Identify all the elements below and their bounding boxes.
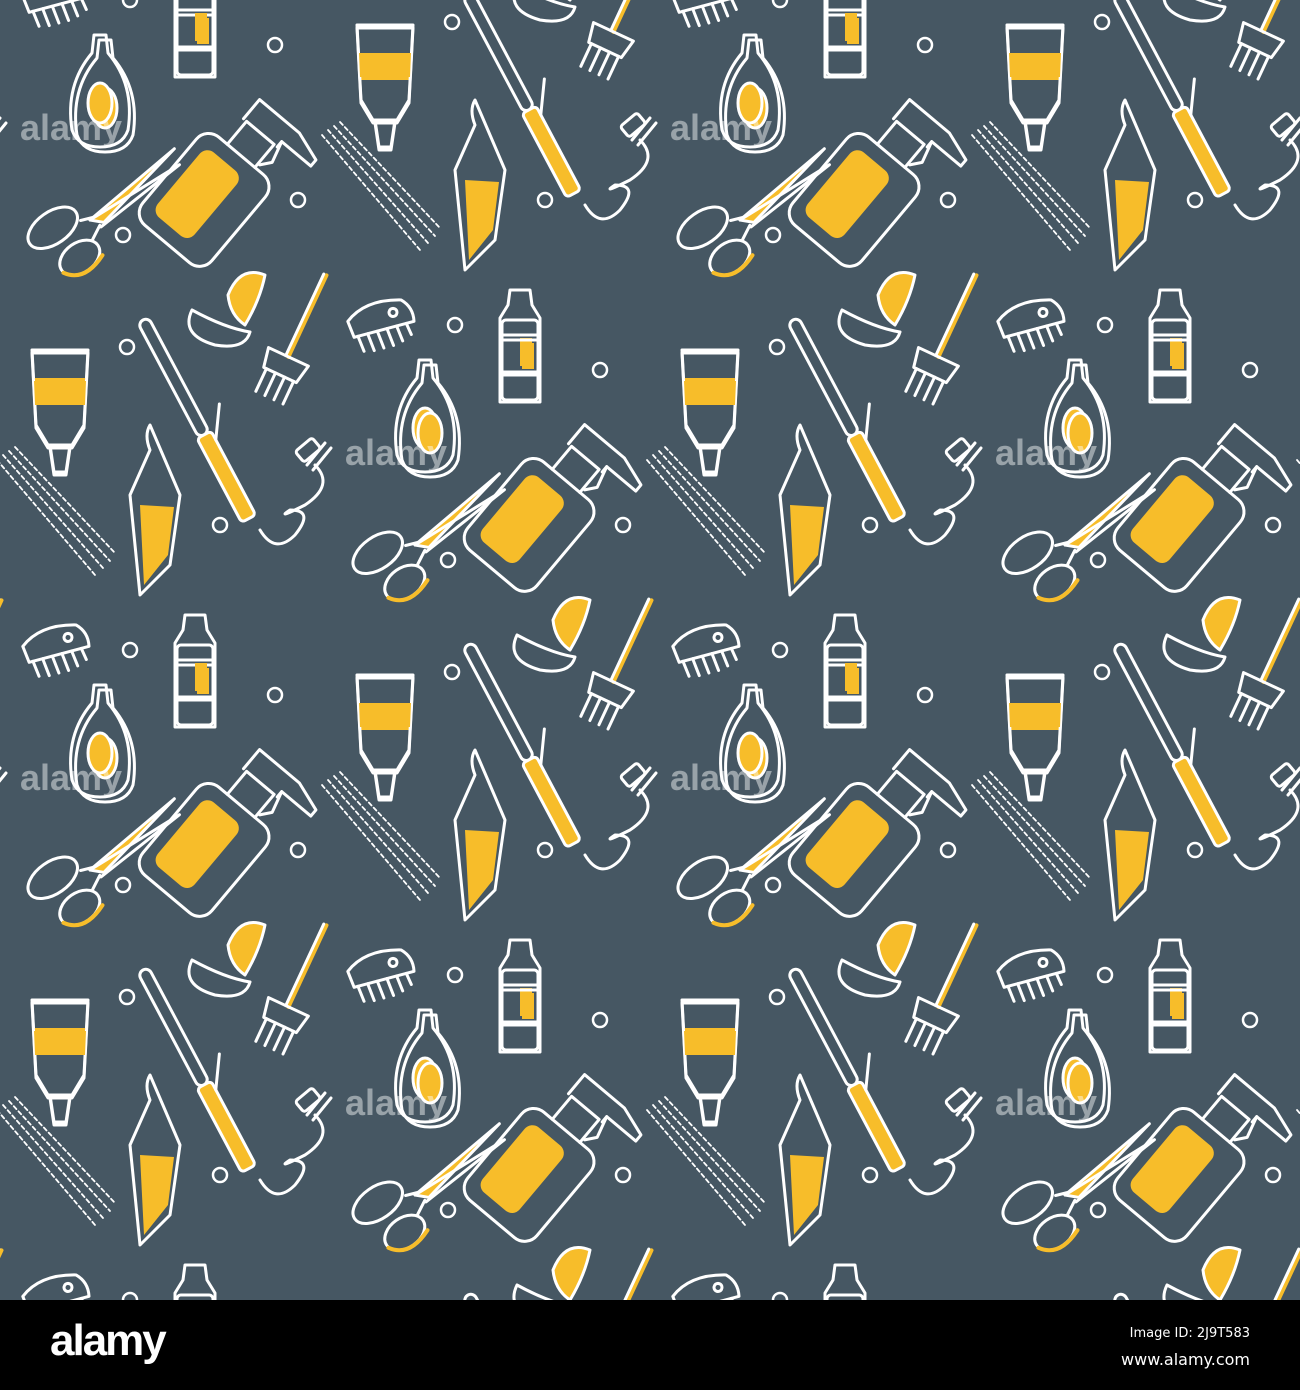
- alamy-logo[interactable]: alamy: [50, 1316, 167, 1366]
- footer-bar: alamy Image ID: 2J9T583 www.alamy.com: [0, 1300, 1300, 1390]
- hairdresser-tools-pattern: alamy: [0, 0, 1300, 1300]
- pattern-fill: [0, 0, 1300, 1300]
- stock-image-page: alamy alamy Image ID: 2J9T583 www.alamy.…: [0, 0, 1300, 1390]
- website-link[interactable]: www.alamy.com: [1121, 1350, 1250, 1369]
- image-id-label: Image ID: 2J9T583: [1129, 1326, 1250, 1341]
